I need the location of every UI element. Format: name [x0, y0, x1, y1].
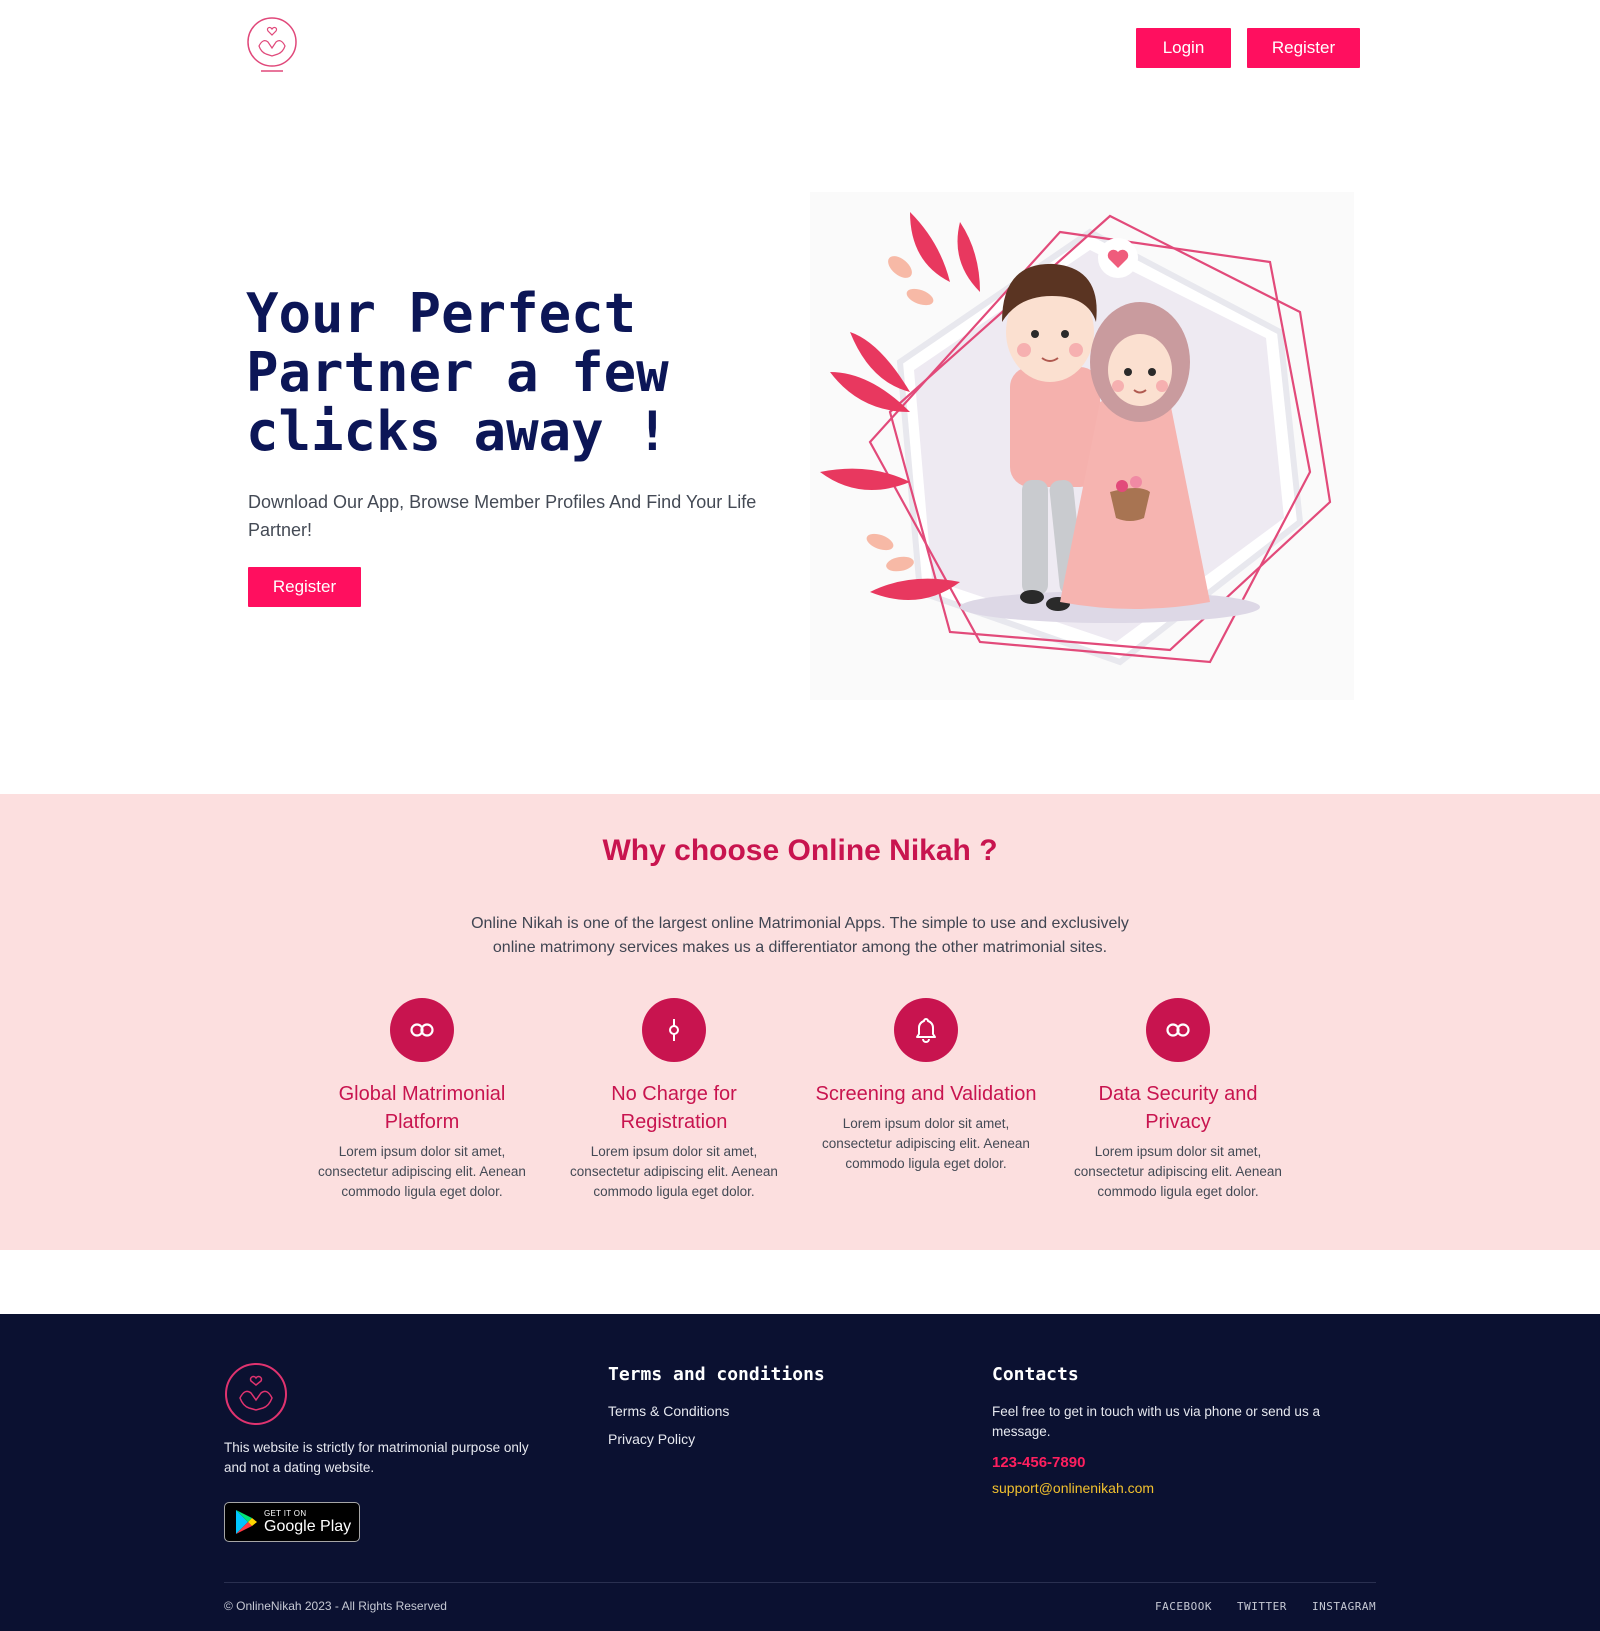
- footer-about-text: This website is strictly for matrimonial…: [224, 1440, 529, 1475]
- feature-title: Screening and Validation: [815, 1083, 1037, 1105]
- terms-link[interactable]: Terms & Conditions: [608, 1403, 729, 1419]
- google-play-icon: [236, 1510, 257, 1534]
- section-title: Why choose Online Nikah ?: [602, 834, 998, 867]
- email-link[interactable]: support@onlinenikah.com: [992, 1480, 1154, 1496]
- site-header: Login Register: [0, 0, 1600, 100]
- section-description: Online Nikah is one of the largest onlin…: [471, 915, 1129, 956]
- facebook-link[interactable]: FACEBOOK: [1155, 1600, 1212, 1613]
- privacy-policy-link[interactable]: Privacy Policy: [608, 1431, 695, 1447]
- hero-register-button[interactable]: Register: [248, 567, 361, 607]
- login-button[interactable]: Login: [1136, 28, 1231, 68]
- instagram-link[interactable]: INSTAGRAM: [1312, 1600, 1376, 1613]
- feature-title: Data Security and Privacy: [1098, 1083, 1258, 1133]
- footer-logo[interactable]: [224, 1362, 288, 1426]
- brand-logo[interactable]: [245, 16, 299, 76]
- contacts-text: Feel free to get in touch with us via ph…: [992, 1404, 1320, 1439]
- feature-title: Global Matrimonial Platform: [338, 1083, 506, 1133]
- feature-text: Lorem ipsum dolor sit amet, consectetur …: [1074, 1144, 1282, 1199]
- infinity-icon: [1146, 998, 1210, 1062]
- feature-text: Lorem ipsum dolor sit amet, consectetur …: [822, 1116, 1030, 1171]
- heart-icon: [1098, 238, 1138, 278]
- feature-text: Lorem ipsum dolor sit amet, consectetur …: [318, 1144, 526, 1199]
- hero-subtitle: Download Our App, Browse Member Profiles…: [248, 492, 757, 540]
- feature-card: Global Matrimonial Platform Lorem ipsum …: [307, 998, 537, 1202]
- couple-illustration: [810, 192, 1354, 700]
- why-choose-section: Why choose Online Nikah ? Online Nikah i…: [0, 794, 1600, 1250]
- twitter-link[interactable]: TWITTER: [1237, 1600, 1287, 1613]
- feature-card: Screening and Validation Lorem ipsum dol…: [811, 998, 1041, 1174]
- pin-icon: [642, 998, 706, 1062]
- bell-icon: [894, 998, 958, 1062]
- site-footer: This website is strictly for matrimonial…: [0, 1314, 1600, 1631]
- contacts-heading: Contacts: [992, 1364, 1079, 1385]
- phone-number[interactable]: 123-456-7890: [992, 1454, 1085, 1471]
- google-play-badge[interactable]: GET IT ON Google Play: [224, 1502, 360, 1542]
- register-button[interactable]: Register: [1247, 28, 1360, 68]
- feature-text: Lorem ipsum dolor sit amet, consectetur …: [570, 1144, 778, 1199]
- hero-title: Your Perfect Partner a few clicks away !: [246, 282, 669, 463]
- copyright-text: © OnlineNikah 2023 - All Rights Reserved: [224, 1599, 447, 1613]
- infinity-icon: [390, 998, 454, 1062]
- terms-heading: Terms and conditions: [608, 1364, 825, 1385]
- google-play-small-text: GET IT ON: [264, 1508, 307, 1518]
- footer-divider: [224, 1582, 1376, 1583]
- feature-card: Data Security and Privacy Lorem ipsum do…: [1063, 998, 1293, 1202]
- google-play-label: Google Play: [264, 1517, 352, 1535]
- feature-title: No Charge for Registration: [611, 1083, 737, 1133]
- feature-card: No Charge for Registration Lorem ipsum d…: [559, 998, 789, 1202]
